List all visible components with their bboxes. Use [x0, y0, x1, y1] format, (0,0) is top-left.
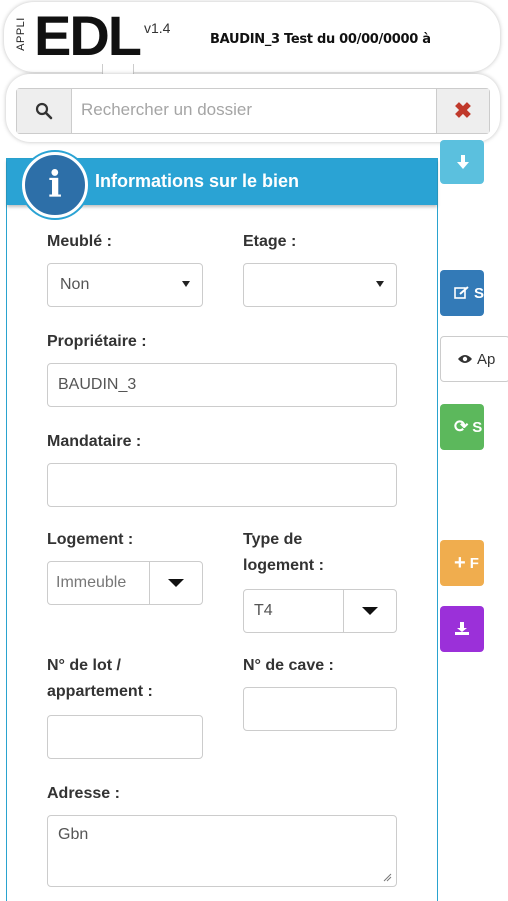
side-button-download-arrow[interactable]: [440, 140, 484, 184]
side-button-add[interactable]: + F: [440, 540, 484, 586]
side-button-add-label: F: [469, 554, 479, 572]
adresse-textarea[interactable]: Gbn: [47, 815, 397, 887]
logement-value: Immeuble: [56, 574, 127, 591]
proprietaire-label: Propriétaire :: [47, 333, 147, 350]
adresse-label: Adresse :: [47, 785, 120, 802]
app-version: v1.4: [144, 20, 171, 36]
resize-handle-icon[interactable]: [382, 872, 392, 882]
meuble-value: Non: [60, 276, 90, 293]
logement-select[interactable]: Immeuble: [47, 561, 203, 605]
chevron-down-icon: [182, 281, 190, 287]
meuble-label: Meublé :: [47, 233, 112, 250]
type-logement-dropdown-button[interactable]: [343, 590, 396, 632]
mandataire-field[interactable]: [47, 463, 397, 507]
side-button-export[interactable]: [440, 606, 484, 652]
etage-label: Etage :: [243, 233, 297, 250]
proprietaire-value: BAUDIN_3: [58, 376, 137, 393]
lot-label: N° de lot / appartement :: [47, 657, 153, 700]
side-button-sync-label: S: [472, 418, 483, 436]
search-icon: [35, 102, 53, 120]
type-logement-value: T4: [254, 602, 273, 619]
panel-title: Informations sur le bien: [95, 171, 300, 191]
side-button-edit-label: S: [473, 284, 484, 302]
arrow-down-icon: [457, 155, 469, 169]
property-info-panel: Informations sur le bien Meublé : Non Et…: [6, 158, 438, 901]
adresse-value: Gbn: [58, 826, 89, 843]
etage-select[interactable]: [243, 263, 397, 307]
eye-icon: [458, 355, 472, 363]
mandataire-label: Mandataire :: [47, 433, 142, 450]
side-button-preview-label: Ap: [477, 350, 496, 368]
download-icon: [455, 622, 469, 635]
search-input[interactable]: [73, 89, 449, 131]
app-header: APPLI EDL v1.4 BAUDIN_3 Test du 00/00/00…: [4, 2, 500, 72]
type-logement-select[interactable]: T4: [243, 589, 397, 633]
search-button[interactable]: [17, 89, 72, 133]
edit-icon: [454, 286, 469, 299]
plus-icon: +: [454, 551, 466, 574]
type-logement-label: Type de logement :: [243, 531, 324, 574]
side-button-preview[interactable]: Ap: [440, 336, 508, 382]
logement-dropdown-button[interactable]: [149, 562, 202, 604]
side-button-sync[interactable]: ⟳ S: [440, 404, 484, 450]
clear-search-button[interactable]: ✖: [436, 89, 489, 133]
proprietaire-field[interactable]: BAUDIN_3: [47, 363, 397, 407]
lot-field[interactable]: [47, 715, 203, 759]
app-logo: EDL: [34, 4, 142, 67]
header-notch: [102, 64, 134, 74]
chevron-down-icon: [376, 281, 384, 287]
logo-prefix: APPLI: [14, 17, 27, 51]
chevron-down-icon: [168, 579, 184, 587]
chevron-down-icon: [362, 607, 378, 615]
cave-label: N° de cave :: [243, 657, 334, 674]
side-button-edit[interactable]: S: [440, 270, 484, 316]
meuble-select[interactable]: Non: [47, 263, 203, 307]
info-icon: i: [22, 152, 88, 218]
logement-label: Logement :: [47, 531, 134, 548]
close-icon: ✖: [453, 98, 473, 123]
search-bar: ✖: [16, 88, 490, 134]
cave-field[interactable]: [243, 687, 397, 731]
dossier-title: BAUDIN_3 Test du 00/00/0000 à: [210, 32, 431, 47]
refresh-icon: ⟳: [454, 417, 469, 436]
